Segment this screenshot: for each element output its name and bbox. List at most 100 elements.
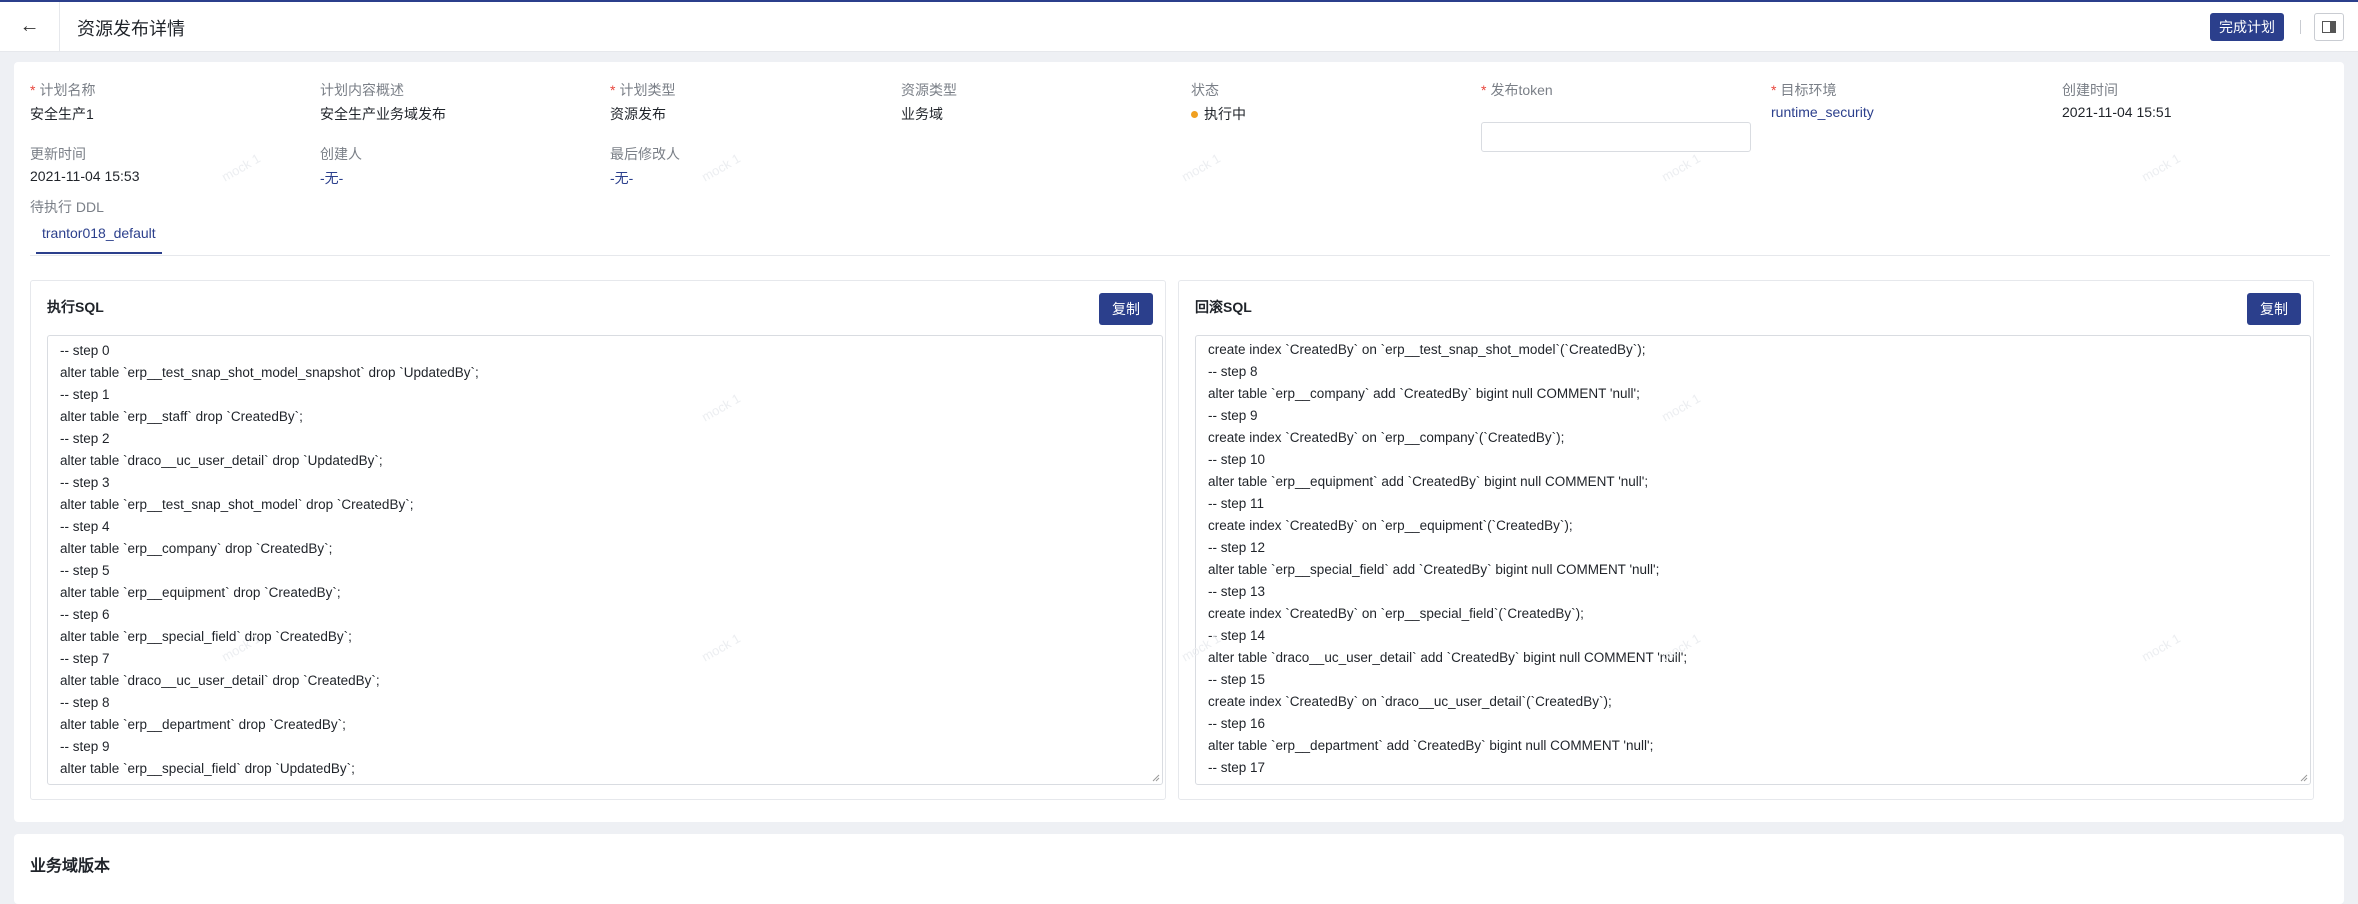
sql-line: -- step 17: [1208, 760, 1266, 775]
page-header: ← 资源发布详情 完成计划: [0, 2, 2358, 52]
sql-line: -- step 5: [60, 563, 110, 578]
sql-line: -- step 4: [60, 519, 110, 534]
sql-line: alter table `erp__test_snap_shot_model` …: [60, 497, 414, 512]
field-label: 最后修改人: [610, 146, 680, 162]
resize-handle-icon[interactable]: [2300, 774, 2308, 782]
field-resource-type: 资源类型 业务域: [901, 80, 957, 124]
field-status: 状态 执行中: [1191, 80, 1246, 124]
field-value: 安全生产业务域发布: [320, 106, 446, 122]
field-label: 更新时间: [30, 146, 86, 162]
field-plan-summary: 计划内容概述 安全生产业务域发布: [320, 80, 446, 124]
sql-line: alter table `erp__test_snap_shot_model_s…: [60, 365, 479, 380]
domain-version-card: 业务域版本: [14, 834, 2344, 904]
back-button[interactable]: ←: [0, 2, 60, 51]
tab-trantor018-default[interactable]: trantor018_default: [36, 222, 162, 254]
sql-line: -- step 11: [1208, 496, 1265, 511]
sql-line: create index `CreatedBy` on `erp__compan…: [1208, 430, 1565, 445]
sql-line: -- step 2: [60, 431, 110, 446]
sql-line: -- step 0: [60, 343, 110, 358]
sql-line: create index `CreatedBy` on `erp__test_s…: [1208, 342, 1646, 357]
field-label: 创建人: [320, 146, 362, 162]
sql-line: alter table `draco__uc_user_detail` drop…: [60, 453, 383, 468]
arrow-left-icon: ←: [19, 15, 40, 37]
exec-sql-lines: -- step 0 alter table `erp__test_snap_sho…: [48, 336, 1162, 780]
field-value: -无-: [610, 170, 634, 186]
sql-line: -- step 10: [1208, 452, 1266, 467]
field-value: 2021-11-04 15:51: [2062, 104, 2172, 120]
sql-line: alter table `erp__special_field` add `Cr…: [1208, 562, 1660, 577]
sql-line: -- step 9: [60, 739, 110, 754]
required-mark: *: [1771, 82, 1777, 98]
exec-sql-title: 执行SQL: [47, 299, 104, 315]
field-token: * 发布token: [1481, 80, 1753, 156]
field-label: 计划名称: [39, 82, 96, 98]
ddl-tab-bar: trantor018_default: [30, 222, 2330, 256]
sql-line: create index `CreatedBy` on `draco__uc_u…: [1208, 694, 1612, 709]
sql-line: alter table `erp__staff` drop `CreatedBy…: [60, 409, 303, 424]
sql-line: -- step 16: [1208, 716, 1266, 731]
required-mark: *: [30, 82, 36, 98]
sql-line: -- step 12: [1208, 540, 1266, 555]
sql-line: alter table `draco__uc_user_detail` add …: [1208, 650, 1688, 665]
status-dot: [1191, 110, 1198, 118]
rollback-sql-textarea[interactable]: create index `CreatedBy` on `erp__test_s…: [1195, 335, 2311, 785]
required-mark: *: [610, 82, 616, 98]
field-creator: 创建人 -无-: [320, 144, 362, 188]
field-last-modifier: 最后修改人 -无-: [610, 144, 680, 188]
field-value: 安全生产1: [30, 106, 94, 122]
sql-line: alter table `erp__department` add `Creat…: [1208, 738, 1654, 753]
copy-rollback-sql-button[interactable]: 复制: [2247, 293, 2301, 325]
complete-plan-button[interactable]: 完成计划: [2210, 13, 2284, 41]
field-label: 资源类型: [901, 82, 957, 98]
domain-version-title: 业务域版本: [30, 858, 111, 875]
copy-exec-sql-button[interactable]: 复制: [1099, 293, 1153, 325]
field-value: 2021-11-04 15:53: [30, 168, 140, 184]
rollback-sql-panel: 回滚SQL 复制 create index `CreatedBy` on `er…: [1178, 280, 2314, 800]
sql-line: -- step 15: [1208, 672, 1266, 687]
sql-line: -- step 6: [60, 607, 110, 622]
sql-line: -- step 13: [1208, 584, 1266, 599]
token-input[interactable]: [1481, 122, 1751, 152]
sql-line: -- step 3: [60, 475, 110, 490]
sql-line: -- step 7: [60, 651, 110, 666]
required-mark: *: [1481, 82, 1487, 98]
field-created-time: 创建时间 2021-11-04 15:51: [2062, 80, 2172, 120]
sql-line: -- step 9: [1208, 408, 1258, 423]
field-value: 业务域: [901, 106, 943, 122]
field-label: 计划内容概述: [320, 82, 404, 98]
rollback-sql-lines: create index `CreatedBy` on `erp__test_s…: [1196, 336, 2310, 779]
pending-ddl-label: 待执行 DDL: [30, 199, 104, 215]
field-label: 状态: [1191, 82, 1219, 98]
field-label: 创建时间: [2062, 82, 2118, 98]
field-plan-name: * 计划名称 安全生产1: [30, 80, 95, 124]
sql-line: alter table `erp__company` drop `Created…: [60, 541, 333, 556]
field-label: 计划类型: [619, 82, 676, 98]
header-divider: [2300, 20, 2301, 34]
status-badge: 执行中: [1204, 106, 1246, 122]
sql-line: alter table `draco__uc_user_detail` drop…: [60, 673, 380, 688]
side-panel-toggle-button[interactable]: [2314, 13, 2344, 41]
page-title: 资源发布详情: [77, 19, 185, 39]
rollback-sql-title: 回滚SQL: [1195, 299, 1252, 315]
resize-handle-icon[interactable]: [1152, 774, 1160, 782]
sql-line: -- step 14: [1208, 628, 1266, 643]
field-plan-type: * 计划类型 资源发布: [610, 80, 675, 124]
field-label: 发布token: [1490, 82, 1553, 98]
exec-sql-panel: 执行SQL 复制 -- step 0 alter table `erp__test…: [30, 280, 1166, 800]
sql-line: alter table `erp__special_field` drop `U…: [60, 761, 355, 776]
field-value: -无-: [320, 170, 344, 186]
sql-line: alter table `erp__special_field` drop `C…: [60, 629, 352, 644]
field-value: 资源发布: [610, 106, 666, 122]
sql-line: alter table `erp__equipment` add `Create…: [1208, 474, 1649, 489]
plan-detail-card: * 计划名称 安全生产1 计划内容概述 安全生产业务域发布 * 计划类型 资源发布 …: [14, 62, 2344, 822]
sql-line: alter table `erp__company` add `CreatedB…: [1208, 386, 1640, 401]
sql-line: -- step 8: [60, 695, 110, 710]
sql-line: alter table `erp__department` drop `Crea…: [60, 717, 346, 732]
field-updated-time: 更新时间 2021-11-04 15:53: [30, 144, 140, 184]
target-env-link[interactable]: runtime_security: [1771, 104, 1874, 120]
field-target-env: * 目标环境 runtime_security: [1771, 80, 1874, 120]
sql-line: -- step 8: [1208, 364, 1258, 379]
sql-line: create index `CreatedBy` on `erp__equipm…: [1208, 518, 1573, 533]
exec-sql-textarea[interactable]: -- step 0 alter table `erp__test_snap_sho…: [47, 335, 1163, 785]
sql-line: create index `CreatedBy` on `erp__specia…: [1208, 606, 1584, 621]
